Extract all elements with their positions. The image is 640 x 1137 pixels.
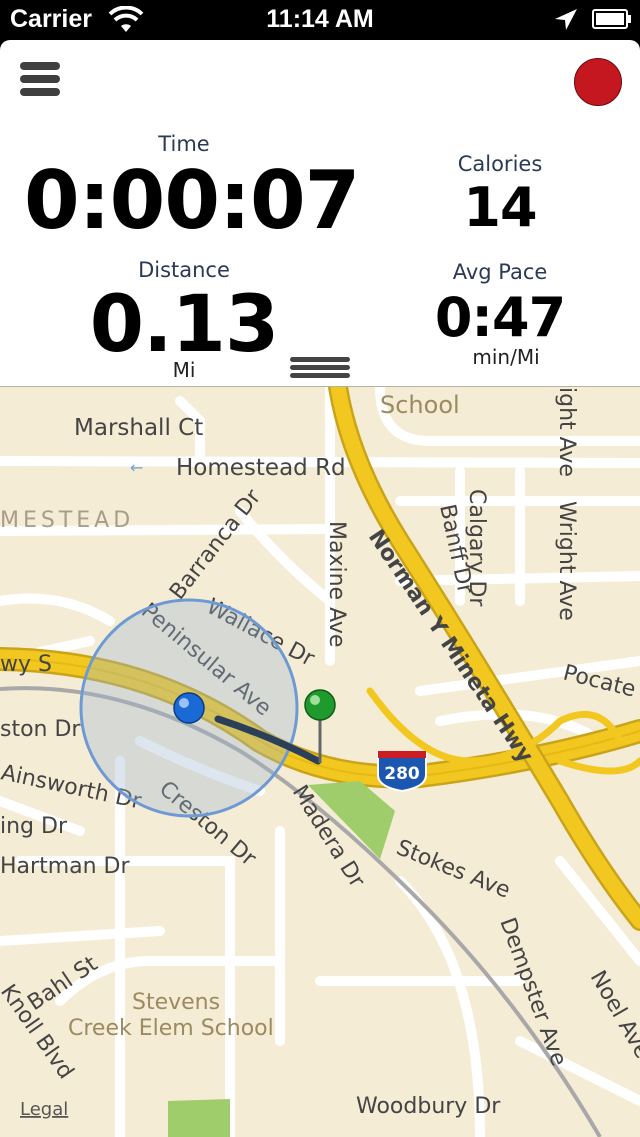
- battery-icon: [592, 9, 631, 29]
- map-label: wy S: [0, 652, 52, 677]
- map-label: Wright Ave: [554, 501, 579, 621]
- distance-label: Distance: [138, 258, 230, 282]
- shield-number: 280: [384, 764, 420, 784]
- map-label: Stevens: [132, 990, 220, 1015]
- avg-pace-value: 0:47: [434, 286, 566, 349]
- park-area: [168, 1099, 230, 1137]
- calories-label: Calories: [457, 152, 543, 176]
- time-value: 0:00:07: [24, 154, 360, 247]
- drag-handle-icon[interactable]: [290, 357, 350, 385]
- map-label: School: [380, 391, 460, 419]
- avg-pace-label: Avg Pace: [452, 260, 548, 284]
- record-button[interactable]: [574, 58, 622, 106]
- map-label: Woodbury Dr: [356, 1094, 501, 1119]
- map-label: Noel Ave: [585, 967, 640, 1063]
- clock: 11:14 AM: [266, 5, 374, 33]
- menu-icon[interactable]: [20, 62, 60, 98]
- distance-unit: Mi: [172, 358, 196, 382]
- map-label: ing Dr: [0, 814, 68, 839]
- avg-pace-unit: min/Mi: [472, 345, 540, 369]
- direction-arrow-icon: ←: [130, 458, 143, 477]
- interstate-shield-icon: 280: [377, 751, 427, 793]
- map-label: Bahl St: [23, 951, 102, 1016]
- legal-link[interactable]: Legal: [20, 1099, 68, 1120]
- map-label: Homestead Rd: [176, 455, 346, 481]
- status-bar: Carrier 11:14 AM: [0, 0, 640, 40]
- map-label: Maxine Ave: [324, 521, 349, 647]
- map-label: MESTEAD: [0, 508, 134, 533]
- calories-value: 14: [463, 176, 537, 239]
- map-label: Hartman Dr: [0, 854, 130, 879]
- map-label: Barranca Dr: [165, 484, 267, 604]
- distance-value: 0.13: [89, 280, 279, 370]
- map-label: Creek Elem School: [68, 1016, 274, 1041]
- location-arrow-icon: [555, 9, 577, 30]
- map-view[interactable]: School Marshall Ct Homestead Rd MESTEAD …: [0, 386, 640, 1137]
- current-location-icon: [173, 692, 205, 724]
- map-label: Marshall Ct: [74, 415, 203, 441]
- map-canvas[interactable]: School Marshall Ct Homestead Rd MESTEAD …: [0, 387, 640, 1137]
- map-label: ston Dr: [0, 717, 81, 742]
- time-label: Time: [158, 132, 210, 156]
- map-label: ight Ave: [554, 387, 579, 477]
